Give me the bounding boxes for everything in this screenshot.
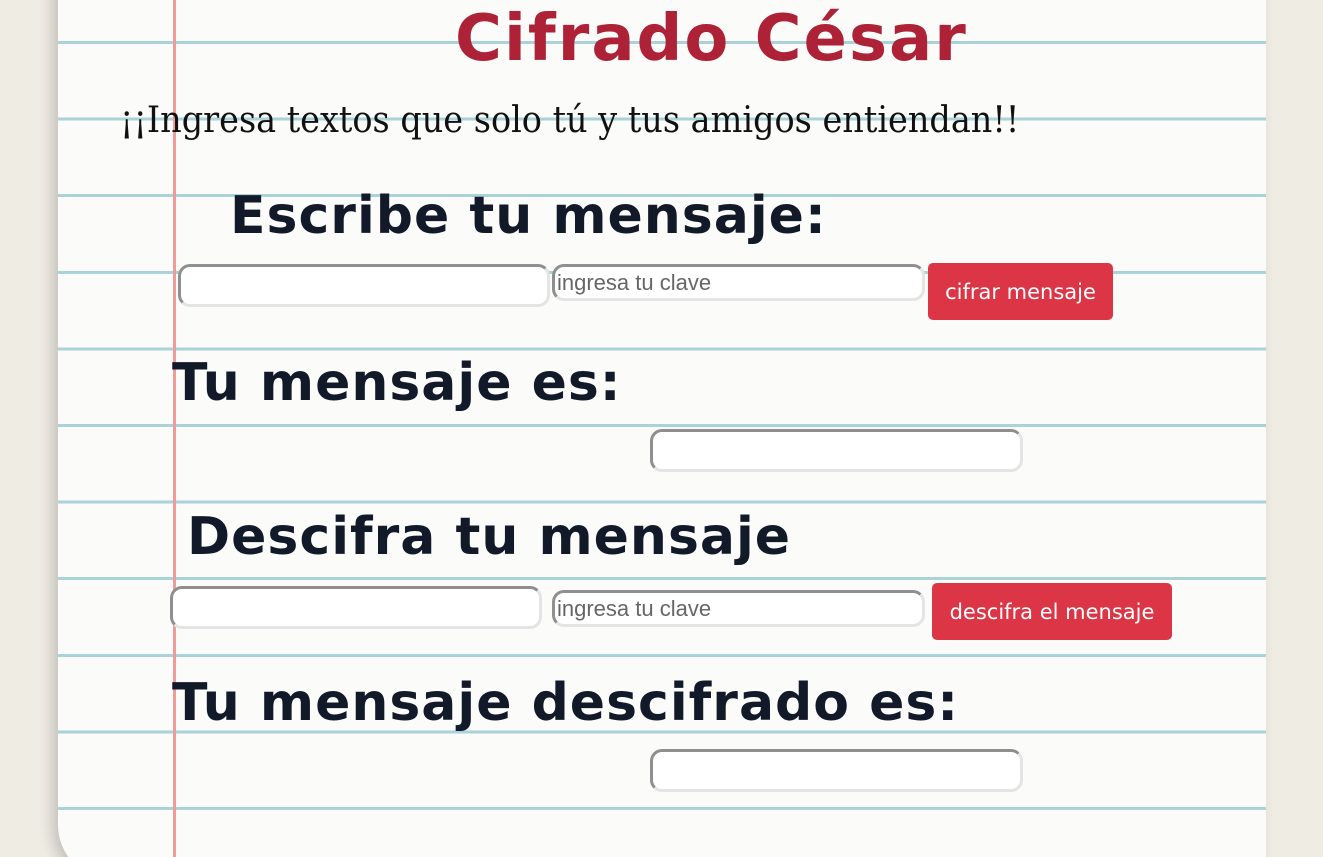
- encrypted-result-output[interactable]: [650, 429, 1023, 472]
- encrypt-message-input[interactable]: [178, 264, 550, 307]
- encrypt-key-input[interactable]: [552, 264, 925, 301]
- decrypt-button[interactable]: descifra el mensaje: [932, 583, 1172, 640]
- decrypt-heading: Descifra tu mensaje: [187, 507, 792, 567]
- encrypt-heading: Escribe tu mensaje:: [230, 186, 827, 246]
- page-subtitle: ¡¡Ingresa textos que solo tú y tus amigo…: [120, 100, 1020, 141]
- encrypted-result-heading: Tu mensaje es:: [172, 353, 622, 413]
- encrypt-button[interactable]: cifrar mensaje: [928, 263, 1113, 320]
- page-title: Cifrado César: [455, 2, 968, 76]
- decrypted-result-heading: Tu mensaje descifrado es:: [172, 673, 960, 733]
- decrypt-key-input[interactable]: [552, 590, 925, 627]
- decrypted-result-output[interactable]: [650, 749, 1023, 792]
- decrypt-message-input[interactable]: [170, 586, 542, 629]
